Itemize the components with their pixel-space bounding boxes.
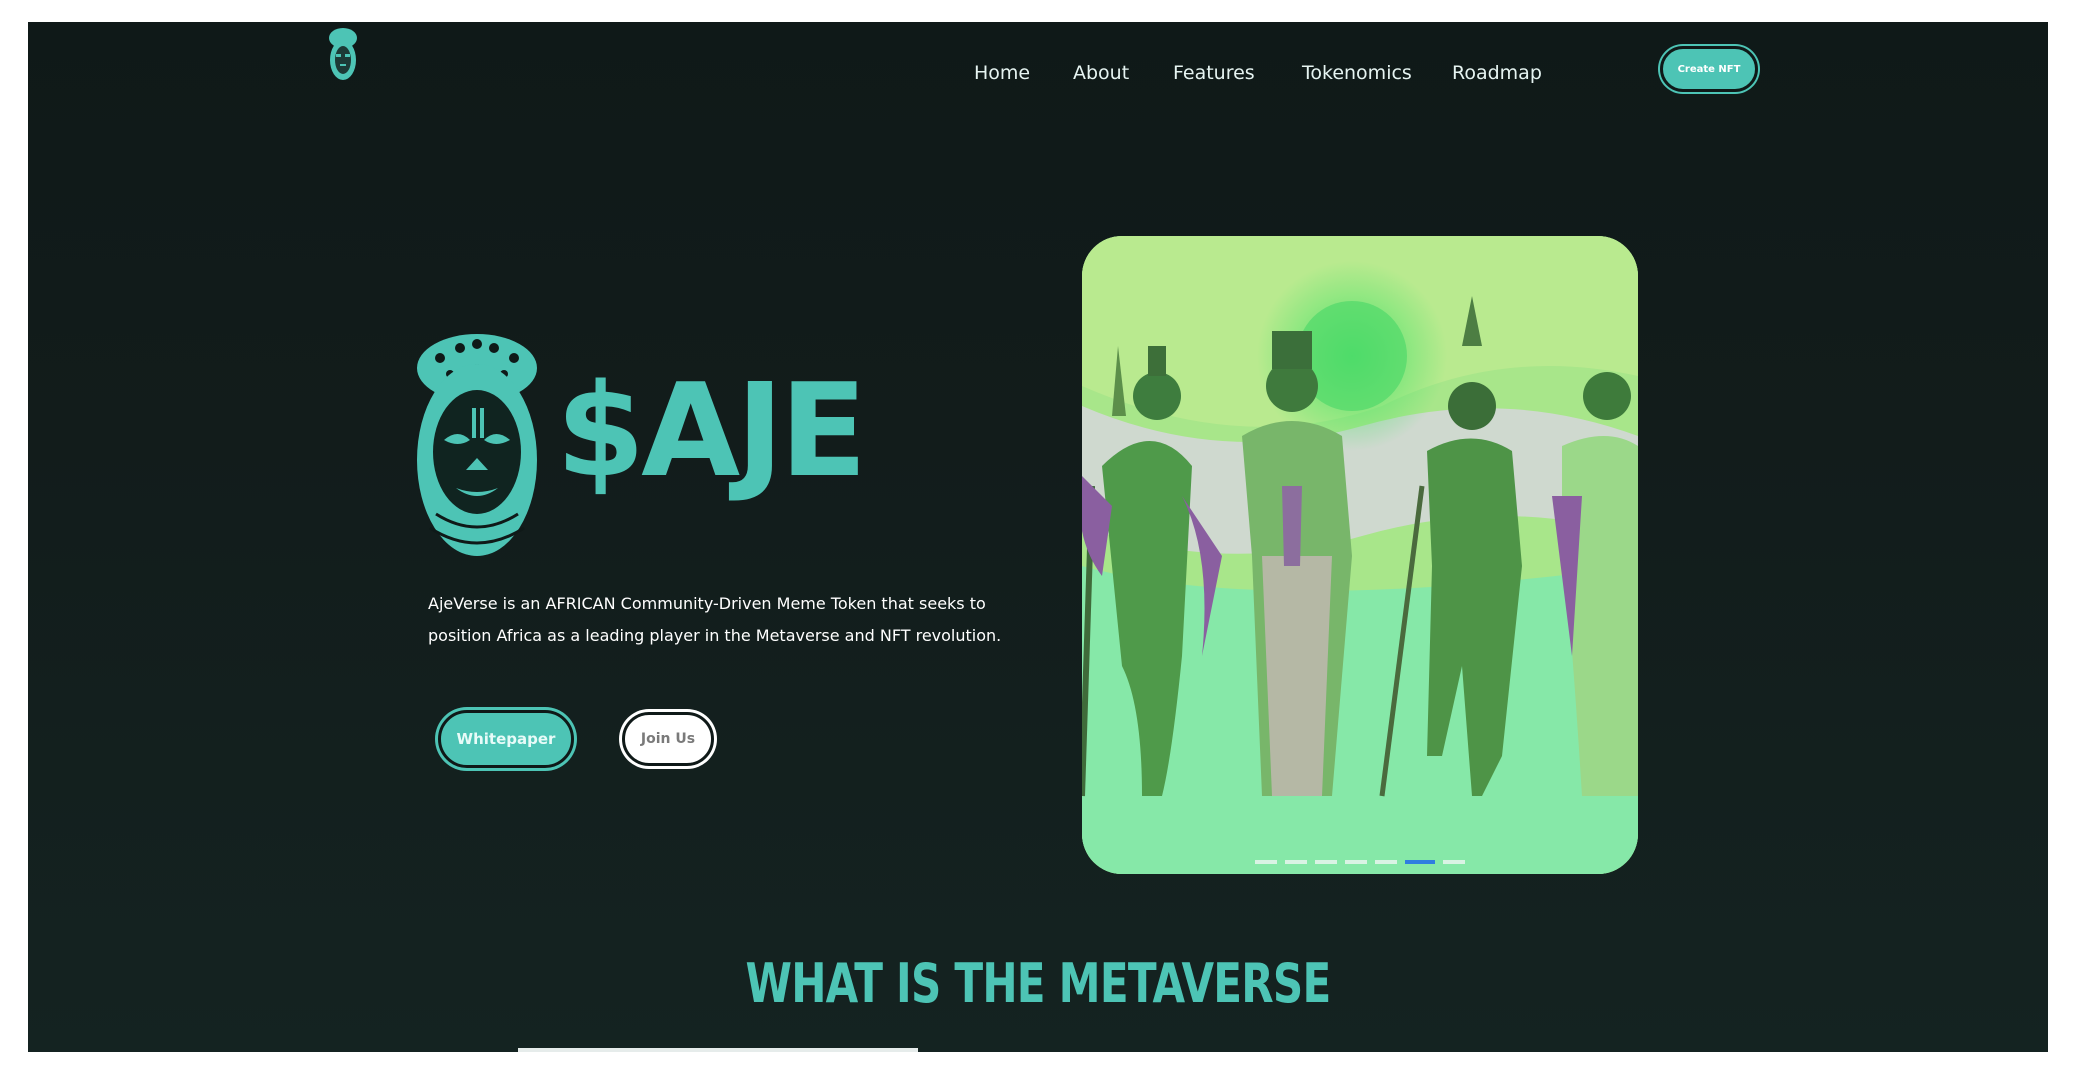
create-nft-button[interactable]: Create NFT — [1660, 46, 1758, 92]
page-frame: Home About Features Tokenomics Roadmap C… — [28, 22, 2048, 1052]
carousel-dot-active[interactable] — [1405, 860, 1435, 864]
nav-home[interactable]: Home — [974, 62, 1030, 84]
hero-carousel[interactable] — [1082, 236, 1638, 874]
african-mask-icon — [417, 334, 537, 556]
section-title: WHAT IS THE METAVERSE — [745, 952, 1332, 1015]
nav-about[interactable]: About — [1073, 62, 1129, 84]
nav-tokenomics[interactable]: Tokenomics — [1302, 62, 1412, 84]
carousel-dots — [1082, 860, 1638, 870]
hero-description-line1: AjeVerse is an AFRICAN Community-Driven … — [428, 594, 986, 613]
carousel-image — [1082, 236, 1638, 874]
nav-features[interactable]: Features — [1173, 62, 1255, 84]
carousel-dot[interactable] — [1315, 860, 1337, 864]
join-us-button[interactable]: Join Us — [622, 712, 714, 766]
carousel-dot[interactable] — [1375, 860, 1397, 864]
carousel-dot[interactable] — [1345, 860, 1367, 864]
carousel-dot[interactable] — [1255, 860, 1277, 864]
nav-roadmap[interactable]: Roadmap — [1452, 62, 1542, 84]
whitepaper-button[interactable]: Whitepaper — [438, 710, 574, 768]
carousel-dot[interactable] — [1285, 860, 1307, 864]
hero-description-line2: position Africa as a leading player in t… — [428, 626, 1002, 645]
divider — [518, 1048, 918, 1052]
carousel-dot[interactable] — [1443, 860, 1465, 864]
top-nav: Home About Features Tokenomics Roadmap C… — [28, 38, 2048, 92]
hero-description: AjeVerse is an AFRICAN Community-Driven … — [428, 588, 1028, 652]
brand-title: $AJE — [556, 357, 867, 506]
